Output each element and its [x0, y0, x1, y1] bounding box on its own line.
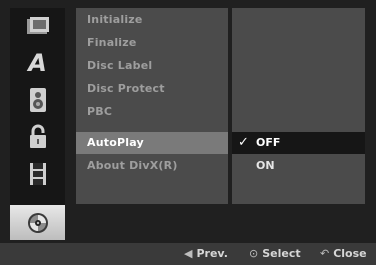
menu-item-finalize[interactable]: Finalize [76, 32, 228, 54]
disc-icon[interactable] [10, 8, 65, 43]
language-icon[interactable]: A [10, 45, 65, 80]
disc-settings-icon[interactable] [10, 205, 65, 240]
select-hint[interactable]: ⊙ Select [249, 243, 301, 265]
select-icon: ⊙ [249, 247, 259, 260]
option-on[interactable]: ON [232, 155, 365, 177]
prev-label: Prev. [196, 247, 228, 260]
dvd-setup-menu: A Initialize Finalize Disc Label Disc Pr… [0, 0, 376, 265]
category-icon-column: A [10, 8, 65, 240]
autoplay-options: ✓ OFF ON [232, 8, 365, 204]
menu-item-pbc[interactable]: PBC [76, 101, 228, 123]
option-on-label: ON [256, 159, 275, 172]
checkmark-icon: ✓ [238, 135, 249, 150]
close-hint[interactable]: ↶ Close [320, 243, 367, 265]
left-arrow-icon: ◀ [184, 247, 193, 260]
select-label: Select [262, 247, 301, 260]
menu-item-initialize[interactable]: Initialize [76, 9, 228, 31]
prev-hint[interactable]: ◀ Prev. [184, 243, 228, 265]
disc-menu-list: Initialize Finalize Disc Label Disc Prot… [76, 8, 228, 204]
speaker-icon[interactable] [10, 82, 65, 117]
lock-icon[interactable] [10, 119, 65, 154]
close-label: Close [333, 247, 367, 260]
menu-item-disc-label[interactable]: Disc Label [76, 55, 228, 77]
option-off[interactable]: ✓ OFF [232, 132, 365, 154]
return-icon: ↶ [320, 247, 330, 260]
menu-item-about-divx[interactable]: About DivX(R) [76, 155, 228, 177]
menu-item-disc-protect[interactable]: Disc Protect [76, 78, 228, 100]
menu-item-autoplay[interactable]: AutoPlay [76, 132, 228, 154]
film-icon[interactable] [10, 156, 65, 191]
help-bar: ◀ Prev. ⊙ Select ↶ Close [0, 243, 376, 265]
option-off-label: OFF [256, 136, 281, 149]
